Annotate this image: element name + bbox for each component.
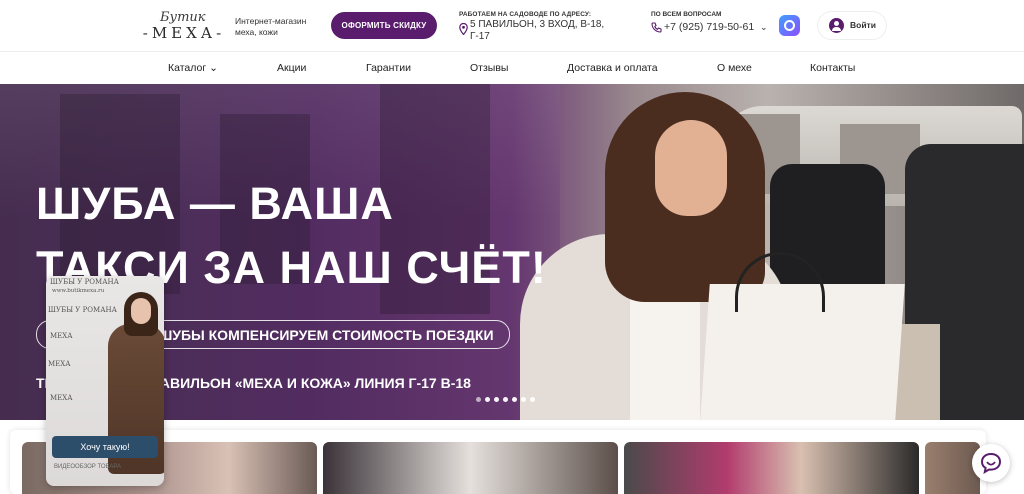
story-watermark: www.butikmexa.ru [52,288,105,294]
slider-dot[interactable] [512,397,517,402]
nav-item-contacts[interactable]: Контакты [810,62,855,74]
slider-dot[interactable] [494,397,499,402]
video-story-widget[interactable]: ШУБЫ У РОМАНА www.butikmexa.ru ШУБЫ У РО… [46,276,164,486]
nav-item-reviews[interactable]: Отзывы [470,62,508,74]
category-card[interactable] [323,442,618,494]
chat-icon [980,452,1002,475]
story-watermark: МЕХА [50,394,73,402]
login-label: Войти [850,20,876,30]
hero-woman-face [655,120,727,216]
nav-item-catalog[interactable]: Каталог ⌄ [168,62,218,74]
nav-item-guarantees[interactable]: Гарантии [366,62,411,74]
story-watermark: ШУБЫ У РОМАНА [48,306,117,314]
messenger-icon[interactable] [779,15,800,36]
story-watermark: ШУБЫ У РОМАНА [50,278,119,286]
story-caption: ВИДЕООБЗОР ТОВАРА [54,464,121,470]
page: Бутик -МЕХА- Интернет-магазин меха, кожи… [0,0,1024,494]
login-button[interactable]: Войти [818,12,886,39]
get-discount-button[interactable]: ОФОРМИТЬ СКИДКУ [331,12,437,39]
story-watermark: МЕХА [48,360,71,368]
slider-dot[interactable] [485,397,490,402]
user-icon [829,18,844,33]
hero-title-line-1: ШУБА — ВАША [36,178,394,229]
slider-dot[interactable] [530,397,535,402]
phone-label: ПО ВСЕМ ВОПРОСАМ [651,11,722,18]
logo-name: -МЕХА- [142,24,226,42]
nav-item-about-fur[interactable]: О мехе [717,62,752,74]
tagline: Интернет-магазин меха, кожи [235,16,307,37]
story-model-face [131,298,151,324]
phone-icon [651,22,662,33]
want-this-button[interactable]: Хочу такую! [52,436,158,458]
location-pin-icon [459,23,468,35]
slider-dot[interactable] [521,397,526,402]
main-nav: Каталог ⌄ Акции Гарантии Отзывы Доставка… [0,52,1024,84]
category-card[interactable] [624,442,919,494]
nav-item-delivery[interactable]: Доставка и оплата [567,62,658,74]
site-header: Бутик -МЕХА- Интернет-магазин меха, кожи… [0,0,1024,52]
phone-number[interactable]: +7 (925) 719-50-61 [664,21,754,33]
chevron-down-icon[interactable]: ⌄ [760,22,768,33]
slider-dot[interactable] [476,397,481,402]
logo-script: Бутик [160,10,206,25]
nav-item-promotions[interactable]: Акции [277,62,306,74]
store-address: 5 ПАВИЛЬОН, 3 ВХОД, В-18, Г-17 [470,19,605,42]
story-watermark: МЕХА [50,332,73,340]
chat-button[interactable] [972,444,1010,482]
slider-dot[interactable] [503,397,508,402]
logo[interactable]: Бутик -МЕХА- [138,10,230,42]
address-label: РАБОТАЕМ НА САДОВОДЕ ПО АДРЕСУ: [459,11,592,18]
